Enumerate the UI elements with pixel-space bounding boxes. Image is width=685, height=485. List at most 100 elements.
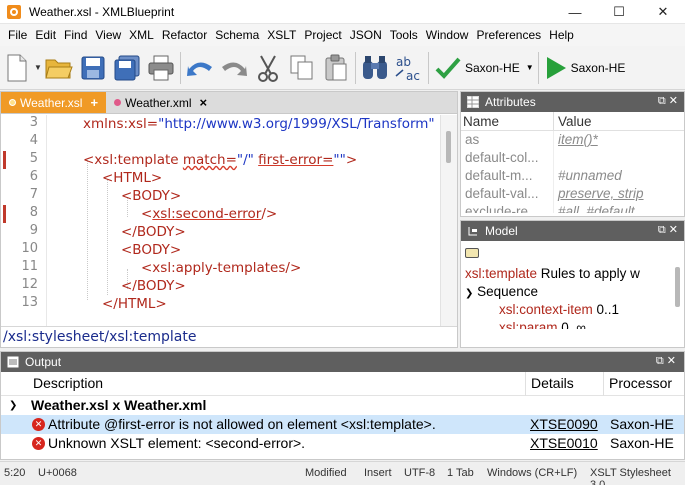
attribute-value[interactable]: preserve, strip (553, 185, 671, 203)
menu-schema[interactable]: Schema (211, 24, 263, 46)
error-marker (3, 151, 6, 169)
attribute-value[interactable]: #all, #default (553, 203, 671, 213)
model-tree: xsl:template Rules to apply w ❯ Sequence… (461, 241, 684, 329)
attribute-row[interactable]: default-col... (461, 149, 684, 167)
model-toolbar (461, 241, 684, 265)
toolbar-separator (428, 51, 429, 84)
chevron-down-icon[interactable]: ▼ (526, 63, 534, 72)
attributes-panel-title: Attributes (485, 95, 536, 109)
attribute-value[interactable]: item()* (553, 131, 671, 149)
model-element-name[interactable]: xsl:template (465, 266, 537, 281)
document-type[interactable]: XSLT Stylesheet 3.0 (590, 467, 685, 485)
model-panel-title: Model (485, 224, 518, 238)
xpath-breadcrumb[interactable]: /xsl:stylesheet/xsl:template (1, 326, 457, 347)
attribute-row[interactable]: default-m... #unnamed (461, 167, 684, 185)
tab-weather-xml[interactable]: Weather.xml × (106, 92, 215, 113)
menu-file[interactable]: File (4, 24, 31, 46)
close-button[interactable]: ✕ (641, 0, 685, 24)
new-file-dropdown-icon[interactable]: ▼ (34, 48, 42, 88)
panel-float-close-icon[interactable]: ⧉ ✕ (656, 354, 676, 368)
cursor-position[interactable]: 5:20 (4, 467, 25, 479)
cut-icon[interactable] (251, 48, 285, 88)
editor-vertical-scrollbar[interactable] (440, 115, 457, 337)
encoding[interactable]: UTF-8 (404, 467, 435, 479)
spellcheck-icon[interactable]: ab ac (392, 48, 426, 88)
element-badge-icon[interactable] (465, 248, 479, 259)
menu-view[interactable]: View (91, 24, 125, 46)
error-message: Attribute @first-error is not allowed on… (48, 416, 436, 432)
column-header-processor[interactable]: Processor (609, 375, 672, 391)
chevron-down-icon[interactable]: ❯ (9, 396, 17, 415)
attribute-row[interactable]: default-val... preserve, strip (461, 185, 684, 203)
menu-json[interactable]: JSON (346, 24, 386, 46)
column-header-name[interactable]: Name (461, 112, 553, 130)
print-icon[interactable] (144, 48, 178, 88)
menu-xml[interactable]: XML (125, 24, 158, 46)
line-number: 3 (29, 115, 38, 130)
file-xml-icon (114, 99, 122, 106)
save-icon[interactable] (76, 48, 110, 88)
line-endings[interactable]: Windows (CR+LF) (487, 467, 577, 479)
minimize-button[interactable]: — (553, 0, 597, 24)
code-token: first-error= (258, 152, 334, 168)
panel-float-close-icon[interactable]: ⧉ ✕ (658, 223, 678, 237)
output-error-row[interactable]: ✕ Unknown XSLT element: <second-error>. … (1, 434, 684, 453)
error-icon: ✕ (32, 418, 45, 431)
menu-refactor[interactable]: Refactor (158, 24, 211, 46)
tab-weather-xsl[interactable]: Weather.xsl + (1, 92, 107, 113)
panel-float-close-icon[interactable]: ⧉ ✕ (658, 94, 678, 108)
open-folder-icon[interactable] (42, 48, 76, 88)
error-code-link[interactable]: XTSE0010 (530, 434, 598, 453)
undo-icon[interactable] (183, 48, 217, 88)
model-child-row[interactable]: xsl:context-item 0..1 (461, 301, 684, 319)
attribute-value[interactable] (553, 149, 671, 167)
code-editor[interactable]: 3 4 5 6 7 8 9 10 11 12 13 xmlns:xsl="htt… (1, 115, 457, 337)
tab-setting[interactable]: 1 Tab (447, 467, 474, 479)
column-divider[interactable] (603, 372, 604, 396)
attribute-name: as (465, 132, 480, 147)
model-child-row[interactable]: xsl:param 0..∞ (461, 319, 684, 329)
attributes-panel-header: Attributes ⧉ ✕ (461, 92, 684, 112)
menu-edit[interactable]: Edit (31, 24, 60, 46)
column-header-value[interactable]: Value (553, 112, 671, 130)
tab-label: Weather.xml (125, 95, 192, 110)
output-error-row[interactable]: ✕ Attribute @first-error is not allowed … (1, 415, 684, 434)
paste-icon[interactable] (319, 48, 353, 88)
maximize-button[interactable]: ☐ (597, 0, 641, 24)
menu-project[interactable]: Project (300, 24, 345, 46)
code-line-13: </HTML> (102, 296, 167, 312)
menu-help[interactable]: Help (545, 24, 578, 46)
model-group-row[interactable]: ❯ Sequence (461, 283, 684, 301)
code-token: "http://www.w3.org/1999/XSL/Transform" (158, 116, 435, 132)
model-scrollbar-thumb[interactable] (675, 267, 680, 307)
redo-icon[interactable] (217, 48, 251, 88)
column-header-description[interactable]: Description (33, 375, 103, 391)
run-transform-button[interactable]: Saxon-HE (541, 48, 628, 88)
attribute-value[interactable]: #unnamed (553, 167, 671, 185)
attribute-row[interactable]: as item()* (461, 131, 684, 149)
model-group-label: Sequence (477, 284, 538, 299)
code-token: < (141, 206, 153, 222)
save-all-icon[interactable] (110, 48, 144, 88)
column-divider[interactable] (525, 372, 526, 396)
indent-guide (87, 160, 88, 300)
scrollbar-thumb[interactable] (446, 131, 451, 163)
new-file-icon[interactable] (0, 48, 34, 88)
chevron-down-icon[interactable]: ❯ (465, 288, 473, 299)
menu-preferences[interactable]: Preferences (472, 24, 545, 46)
validate-processor-selector[interactable]: Saxon-HE ▼ (431, 48, 536, 88)
tab-add-icon[interactable]: + (90, 95, 98, 110)
menu-window[interactable]: Window (422, 24, 473, 46)
output-group-row[interactable]: ❯ Weather.xsl x Weather.xml (1, 396, 684, 415)
menu-xslt[interactable]: XSLT (263, 24, 300, 46)
error-code-link[interactable]: XTSE0090 (530, 415, 598, 434)
copy-icon[interactable] (285, 48, 319, 88)
model-element-description: Rules to apply w (540, 266, 640, 281)
attribute-row[interactable]: exclude-re... #all, #default (461, 203, 684, 213)
tab-close-icon[interactable]: × (200, 95, 208, 110)
column-header-details[interactable]: Details (531, 375, 574, 391)
insert-mode[interactable]: Insert (364, 467, 392, 479)
binoculars-icon[interactable] (358, 48, 392, 88)
menu-find[interactable]: Find (60, 24, 91, 46)
menu-tools[interactable]: Tools (386, 24, 422, 46)
